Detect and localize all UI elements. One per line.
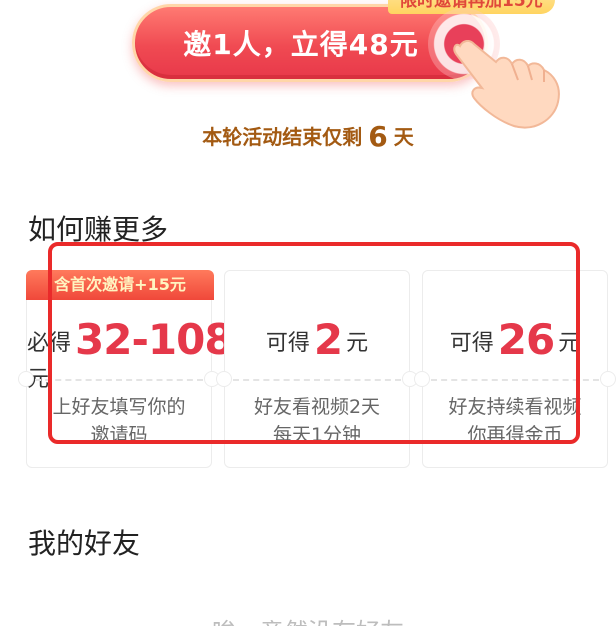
countdown-days: 6: [368, 120, 388, 153]
invite-button-label: 邀1人，立得48元: [183, 28, 419, 61]
highlight-annotation-box: [48, 242, 580, 444]
countdown-suffix: 天: [393, 125, 414, 149]
pointing-hand-icon: [453, 40, 560, 129]
countdown-text: 本轮活动结束仅剩 6 天: [0, 118, 616, 153]
my-friends-title: 我的好友: [28, 527, 141, 560]
card-notch: [600, 371, 616, 387]
invite-area: 邀1人，立得48元 › 限时邀请再加15元: [132, 0, 560, 129]
card-notch: [18, 371, 34, 387]
countdown-prefix: 本轮活动结束仅剩: [202, 125, 363, 149]
friends-empty-tip: 唉，竟然没有好友: [0, 612, 616, 626]
